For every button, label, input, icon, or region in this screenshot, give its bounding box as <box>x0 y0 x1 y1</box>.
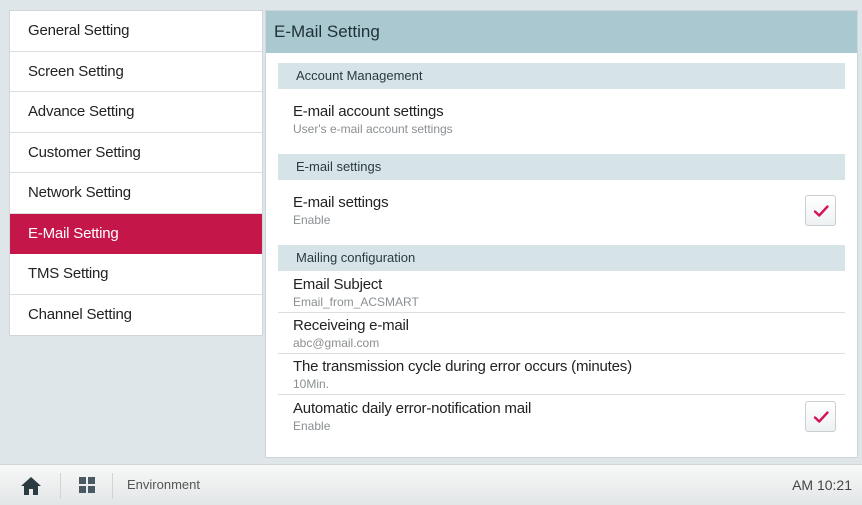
row-title: E-mail settings <box>293 194 389 211</box>
sidebar-item-channel[interactable]: Channel Setting <box>10 295 262 336</box>
settings-list: Account Management E-mail account settin… <box>266 53 857 439</box>
row-title: Email Subject <box>293 276 383 293</box>
sidebar-item-customer[interactable]: Customer Setting <box>10 133 262 173</box>
sidebar-item-advance[interactable]: Advance Setting <box>10 92 262 133</box>
daily-notification-row[interactable]: Automatic daily error-notification mail … <box>278 395 845 439</box>
email-setting-panel: E-Mail Setting Account Management E-mail… <box>265 10 858 458</box>
row-subtitle: User's e-mail account settings <box>293 122 453 136</box>
sidebar-item-screen[interactable]: Screen Setting <box>10 52 262 92</box>
receiving-email-row[interactable]: Receiveing e-mail abc@gmail.com <box>278 313 845 354</box>
home-icon[interactable] <box>20 476 42 496</box>
email-settings-row[interactable]: E-mail settings Enable <box>278 180 845 245</box>
bottom-bar: Environment AM 10:21 <box>0 464 862 505</box>
row-value: Enable <box>293 419 331 433</box>
section-header-email: E-mail settings <box>278 154 845 180</box>
checkmark-icon <box>813 204 829 217</box>
section-header-mailing: Mailing configuration <box>278 245 845 271</box>
daily-notification-checkbox[interactable] <box>805 401 836 432</box>
checkmark-icon <box>813 410 829 423</box>
row-title: E-mail account settings <box>293 103 444 120</box>
row-title: Receiveing e-mail <box>293 317 409 334</box>
row-title: The transmission cycle during error occu… <box>293 358 632 375</box>
page-title: E-Mail Setting <box>266 11 857 53</box>
row-value: abc@gmail.com <box>293 336 380 350</box>
transmission-cycle-row[interactable]: The transmission cycle during error occu… <box>278 354 845 395</box>
row-value: 10Min. <box>293 377 330 391</box>
divider <box>112 473 113 499</box>
sidebar-item-email[interactable]: E-Mail Setting <box>10 213 262 254</box>
row-title: Automatic daily error-notification mail <box>293 400 532 417</box>
settings-sidebar: General Setting Screen Setting Advance S… <box>9 10 263 336</box>
clock: AM 10:21 <box>792 477 852 493</box>
grid-menu-icon[interactable] <box>79 477 95 493</box>
sidebar-item-tms[interactable]: TMS Setting <box>10 254 262 295</box>
sidebar-item-general[interactable]: General Setting <box>10 11 262 52</box>
email-subject-row[interactable]: Email Subject Email_from_ACSMART <box>278 271 845 313</box>
email-enable-checkbox[interactable] <box>805 195 836 226</box>
row-subtitle: Enable <box>293 213 331 227</box>
environment-label: Environment <box>127 477 200 492</box>
email-account-settings-row[interactable]: E-mail account settings User's e-mail ac… <box>278 89 845 154</box>
section-header-account: Account Management <box>278 63 845 89</box>
row-value: Email_from_ACSMART <box>293 295 419 309</box>
sidebar-item-network[interactable]: Network Setting <box>10 173 262 214</box>
divider <box>60 473 61 499</box>
app-window: General Setting Screen Setting Advance S… <box>0 0 862 505</box>
